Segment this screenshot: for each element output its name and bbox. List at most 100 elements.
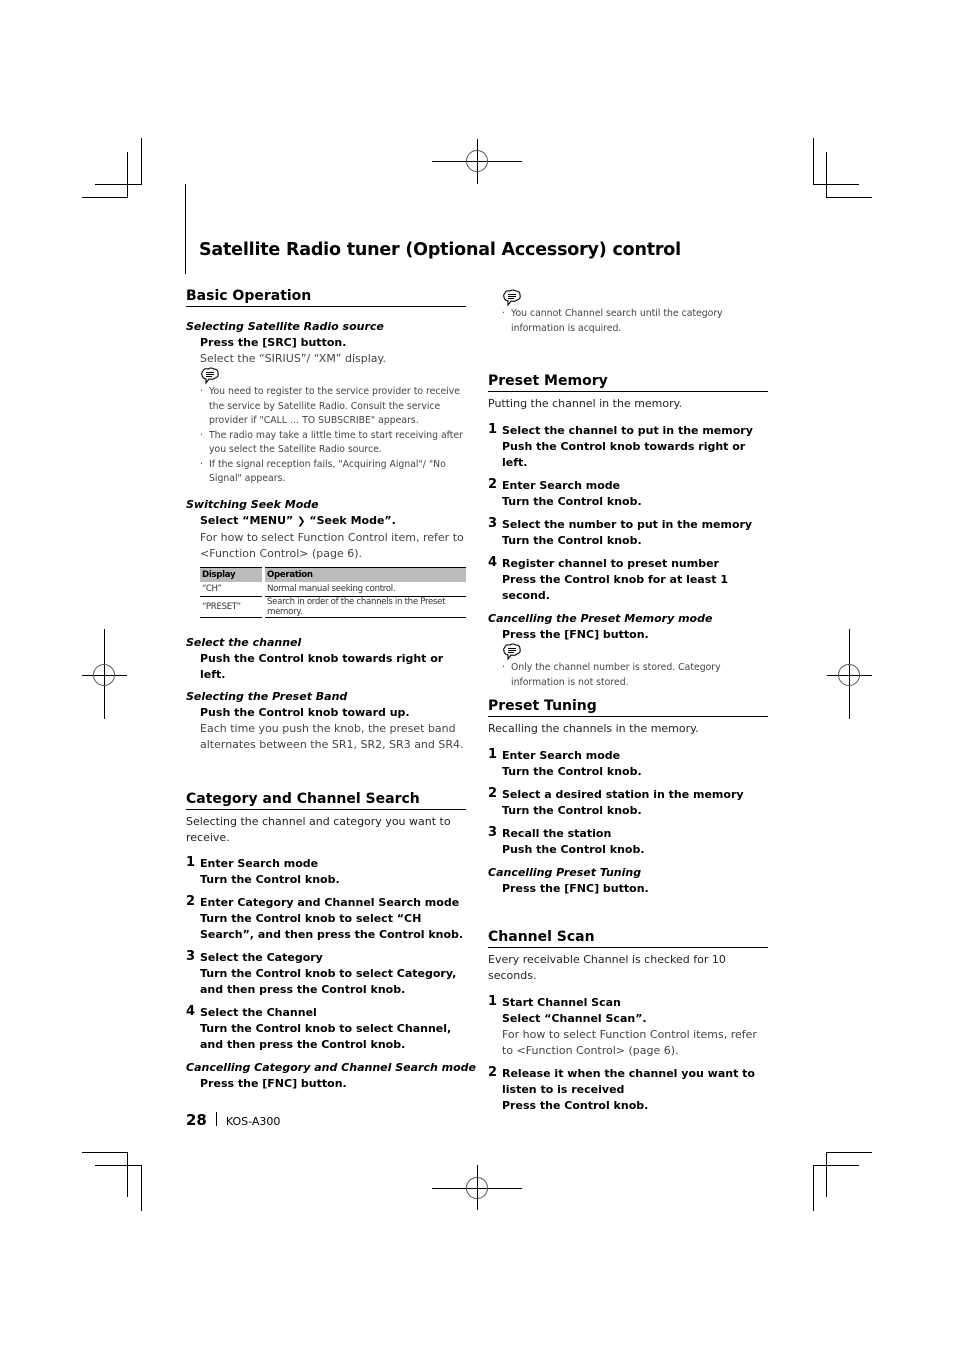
preset-tuning-section: Preset Tuning Recalling the channels in … [488, 697, 768, 897]
detail-text: Each time you push the knob, the preset … [200, 721, 464, 751]
step-item: 2 Select a desired station in the memory… [488, 786, 768, 819]
action-text: Push the Control knob towards right or l… [200, 651, 444, 681]
page-title: Satellite Radio tuner (Optional Accessor… [199, 240, 681, 260]
action-menu: Select “MENU” [200, 513, 294, 527]
step-item: 1 Select the channel to put in the memor… [488, 422, 768, 471]
action-text: Push the Control knob toward up. [200, 705, 410, 719]
subheading: Cancelling Preset Tuning [488, 866, 642, 879]
subheading: Select the channel [186, 635, 302, 649]
subheading: Cancelling Category and Channel Search m… [186, 1061, 476, 1074]
category-search-notes: You cannot Channel search until the cate… [488, 289, 768, 336]
page-number: 28 [186, 1111, 207, 1129]
step-title: Enter Category and Channel Search mode [200, 896, 460, 909]
step-number: 1 [488, 747, 498, 762]
step-number: 4 [186, 1004, 196, 1019]
action-seek-mode: “Seek Mode”. [309, 513, 396, 527]
table-header: Operation [262, 566, 466, 582]
section-heading: Preset Tuning [488, 697, 768, 717]
action-text: Press the [FNC] button. [200, 1077, 347, 1090]
table-cell: “CH” [200, 581, 264, 597]
step-item: 3 Recall the station Push the Control kn… [488, 825, 768, 858]
basic-operation-section: Basic Operation Selecting Satellite Radi… [186, 287, 466, 753]
page-footer: 28 KOS-A300 [186, 1110, 280, 1129]
section-heading: Basic Operation [186, 287, 466, 307]
step-action: Turn the Control knob. [502, 804, 642, 817]
section-heading: Channel Scan [488, 928, 768, 948]
note-icon [200, 367, 220, 385]
step-item: 2 Enter Category and Channel Search mode… [186, 894, 466, 943]
step-title: Enter Search mode [200, 857, 319, 870]
action-text: Press the [FNC] button. [502, 882, 649, 895]
step-number: 3 [488, 825, 498, 840]
step-number: 4 [488, 555, 498, 570]
step-number: 2 [488, 477, 498, 492]
step-title: Select a desired station in the memory [502, 788, 744, 801]
step-item: 1 Enter Search mode Turn the Control kno… [488, 747, 768, 780]
step-item: 3 Select the Category Turn the Control k… [186, 949, 466, 998]
note-item: Only the channel number is stored. Categ… [502, 661, 768, 690]
table-header: Display [200, 566, 264, 582]
table-cell: Normal manual seeking control. [262, 581, 466, 597]
footer-divider [215, 1112, 217, 1126]
step-action: Turn the Control knob to select “CH Sear… [200, 912, 464, 941]
table-cell: “PRESET” [200, 596, 264, 618]
note-icon [502, 289, 522, 307]
action-text: Press the [FNC] button. [502, 628, 649, 641]
note-item: If the signal reception fails, "Acquirin… [200, 458, 466, 487]
notes-list: You need to register to the service prov… [186, 385, 466, 487]
step-item: 1 Enter Search mode Turn the Control kno… [186, 855, 466, 888]
step-item: 4 Select the Channel Turn the Control kn… [186, 1004, 466, 1053]
step-number: 3 [488, 516, 498, 531]
step-number: 1 [488, 422, 498, 437]
step-action: Turn the Control knob. [502, 495, 642, 508]
subheading: Cancelling the Preset Memory mode [488, 612, 713, 625]
note-item: You need to register to the service prov… [200, 385, 466, 429]
step-item: 2 Release it when the channel you want t… [488, 1065, 768, 1114]
step-action: Select “Channel Scan”. [502, 1012, 647, 1025]
step-title: Recall the station [502, 827, 612, 840]
preset-memory-section: Preset Memory Putting the channel in the… [488, 372, 768, 690]
step-item: 3 Select the number to put in the memory… [488, 516, 768, 549]
step-action: Push the Control knob. [502, 843, 645, 856]
step-number: 1 [186, 855, 196, 870]
intro-text: Recalling the channels in the memory. [488, 722, 699, 735]
category-search-section: Category and Channel Search Selecting th… [186, 790, 476, 1092]
title-rule [185, 184, 186, 274]
subheading: Selecting Satellite Radio source [186, 320, 384, 333]
action-text: Select “MENU” ❯ “Seek Mode”. [186, 513, 466, 530]
intro-text: Every receivable Channel is checked for … [488, 953, 726, 982]
step-action: Press the Control knob for at least 1 se… [502, 573, 729, 602]
step-number: 2 [488, 1065, 498, 1080]
step-action: Press the Control knob. [502, 1099, 649, 1112]
step-item: 4 Register channel to preset number Pres… [488, 555, 768, 604]
detail-text: For how to select Function Control item,… [200, 530, 464, 560]
notes-list: Only the channel number is stored. Categ… [488, 661, 768, 690]
section-heading: Preset Memory [488, 372, 768, 392]
step-item: 2 Enter Search mode Turn the Control kno… [488, 477, 768, 510]
step-number: 3 [186, 949, 196, 964]
step-title: Select the number to put in the memory [502, 518, 753, 531]
step-title: Enter Search mode [502, 749, 621, 762]
step-title: Select the Category [200, 951, 323, 964]
detail-text: Select the “SIRIUS”/ “XM” display. [200, 352, 386, 365]
subheading: Selecting the Preset Band [186, 689, 348, 703]
step-title: Release it when the channel you want to … [502, 1067, 755, 1096]
arrow-right-icon: ❯ [297, 515, 306, 527]
model-name: KOS-A300 [225, 1115, 281, 1128]
table-cell: Search in order of the channels in the P… [262, 596, 466, 618]
action-text: Press the [SRC] button. [200, 336, 347, 349]
section-heading: Category and Channel Search [186, 790, 466, 810]
step-title: Register channel to preset number [502, 557, 719, 570]
step-title: Select the Channel [200, 1006, 317, 1019]
notes-list: You cannot Channel search until the cate… [488, 307, 768, 336]
step-number: 1 [488, 994, 498, 1009]
note-item: The radio may take a little time to star… [200, 429, 466, 458]
step-item: 1 Start Channel Scan Select “Channel Sca… [488, 994, 768, 1059]
step-title: Start Channel Scan [502, 996, 621, 1009]
subheading: Switching Seek Mode [186, 497, 319, 511]
note-icon [502, 643, 522, 661]
step-action: Turn the Control knob to select Category… [200, 967, 457, 996]
channel-scan-section: Channel Scan Every receivable Channel is… [488, 928, 768, 1114]
step-action: Turn the Control knob. [200, 873, 340, 886]
step-action: Turn the Control knob to select Channel,… [200, 1022, 452, 1051]
